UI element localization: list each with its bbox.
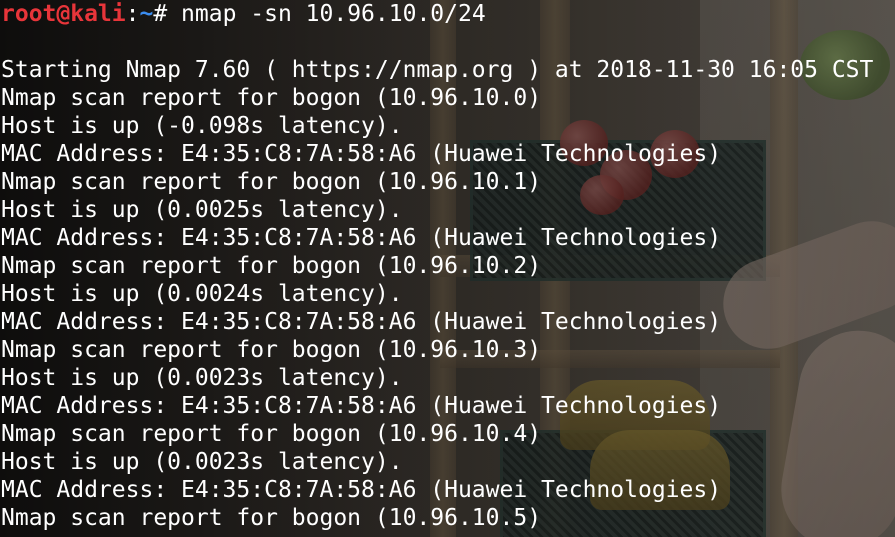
command-text: nmap -sn 10.96.10.0/24 xyxy=(181,1,486,27)
prompt-user-host: root@kali xyxy=(1,1,126,27)
terminal-output[interactable]: root@kali:~# nmap -sn 10.96.10.0/24 Star… xyxy=(1,0,895,537)
output-line: Nmap scan report for bogon (10.96.10.1) xyxy=(1,169,542,195)
output-line: MAC Address: E4:35:C8:7A:58:A6 (Huawei T… xyxy=(1,477,722,503)
output-line: MAC Address: E4:35:C8:7A:58:A6 (Huawei T… xyxy=(1,393,722,419)
output-line: MAC Address: E4:35:C8:7A:58:A6 (Huawei T… xyxy=(1,141,722,167)
output-line: Nmap scan report for bogon (10.96.10.4) xyxy=(1,421,542,447)
output-line: Host is up (0.0025s latency). xyxy=(1,197,403,223)
output-line: MAC Address: E4:35:C8:7A:58:A6 (Huawei T… xyxy=(1,309,722,335)
prompt-path: ~ xyxy=(139,1,154,27)
output-line: Host is up (-0.098s latency). xyxy=(1,113,403,139)
output-line: Starting Nmap 7.60 ( https://nmap.org ) … xyxy=(1,57,874,83)
output-line: MAC Address: E4:35:C8:7A:58:A6 (Huawei T… xyxy=(1,225,722,251)
output-line: Nmap scan report for bogon (10.96.10.3) xyxy=(1,337,542,363)
prompt-symbol: # xyxy=(153,1,182,27)
output-line: Host is up (0.0024s latency). xyxy=(1,281,403,307)
output-line: Nmap scan report for bogon (10.96.10.2) xyxy=(1,253,542,279)
command-line: root@kali:~# nmap -sn 10.96.10.0/24 xyxy=(1,0,895,28)
output-line: Host is up (0.0023s latency). xyxy=(1,365,403,391)
prompt-separator: : xyxy=(125,1,140,27)
output-line: Host is up (0.0023s latency). xyxy=(1,449,403,475)
output-line: Nmap scan report for bogon (10.96.10.5) xyxy=(1,505,542,531)
output-line: Nmap scan report for bogon (10.96.10.0) xyxy=(1,85,542,111)
